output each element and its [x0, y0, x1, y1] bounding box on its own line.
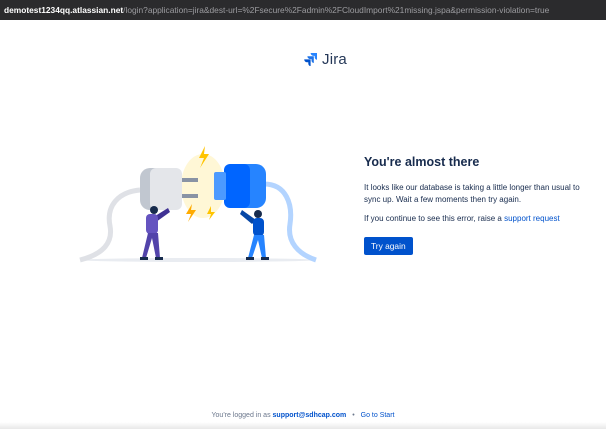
- footer: You're logged in as support@sdhcap.com •…: [0, 412, 606, 419]
- window-edge: [0, 422, 606, 429]
- support-request-link[interactable]: support request: [504, 214, 560, 223]
- ground-shadow: [80, 258, 316, 262]
- error-message: It looks like our database is taking a l…: [364, 183, 580, 204]
- url-host: demotest1234qq.atlassian.net: [4, 5, 124, 15]
- logo-text: Jira: [322, 50, 347, 68]
- try-again-button[interactable]: Try again: [364, 237, 413, 255]
- url-path: /login?application=jira&dest-url=%2Fsecu…: [123, 5, 550, 15]
- left-person: [140, 206, 170, 260]
- logged-in-text: You're logged in as: [211, 412, 271, 419]
- page-title: You're almost there: [364, 155, 480, 169]
- support-note-text: If you continue to see this error, raise…: [364, 214, 502, 223]
- support-note: If you continue to see this error, raise…: [364, 213, 596, 225]
- go-to-start-link[interactable]: Go to Start: [361, 412, 395, 419]
- right-cable: [263, 181, 317, 263]
- address-bar[interactable]: demotest1234qq.atlassian.net/login?appli…: [0, 0, 606, 20]
- user-email: support@sdhcap.com: [272, 412, 347, 419]
- plug-connection-illustration: [79, 146, 317, 263]
- page: demotest1234qq.atlassian.net/login?appli…: [0, 0, 606, 429]
- error-content: You're almost there It looks like our da…: [364, 155, 596, 255]
- left-cable: [79, 187, 141, 263]
- footer-separator: •: [352, 412, 355, 419]
- right-person: [240, 210, 269, 260]
- jira-logo-icon: [304, 53, 317, 66]
- jira-logo: Jira: [304, 50, 347, 68]
